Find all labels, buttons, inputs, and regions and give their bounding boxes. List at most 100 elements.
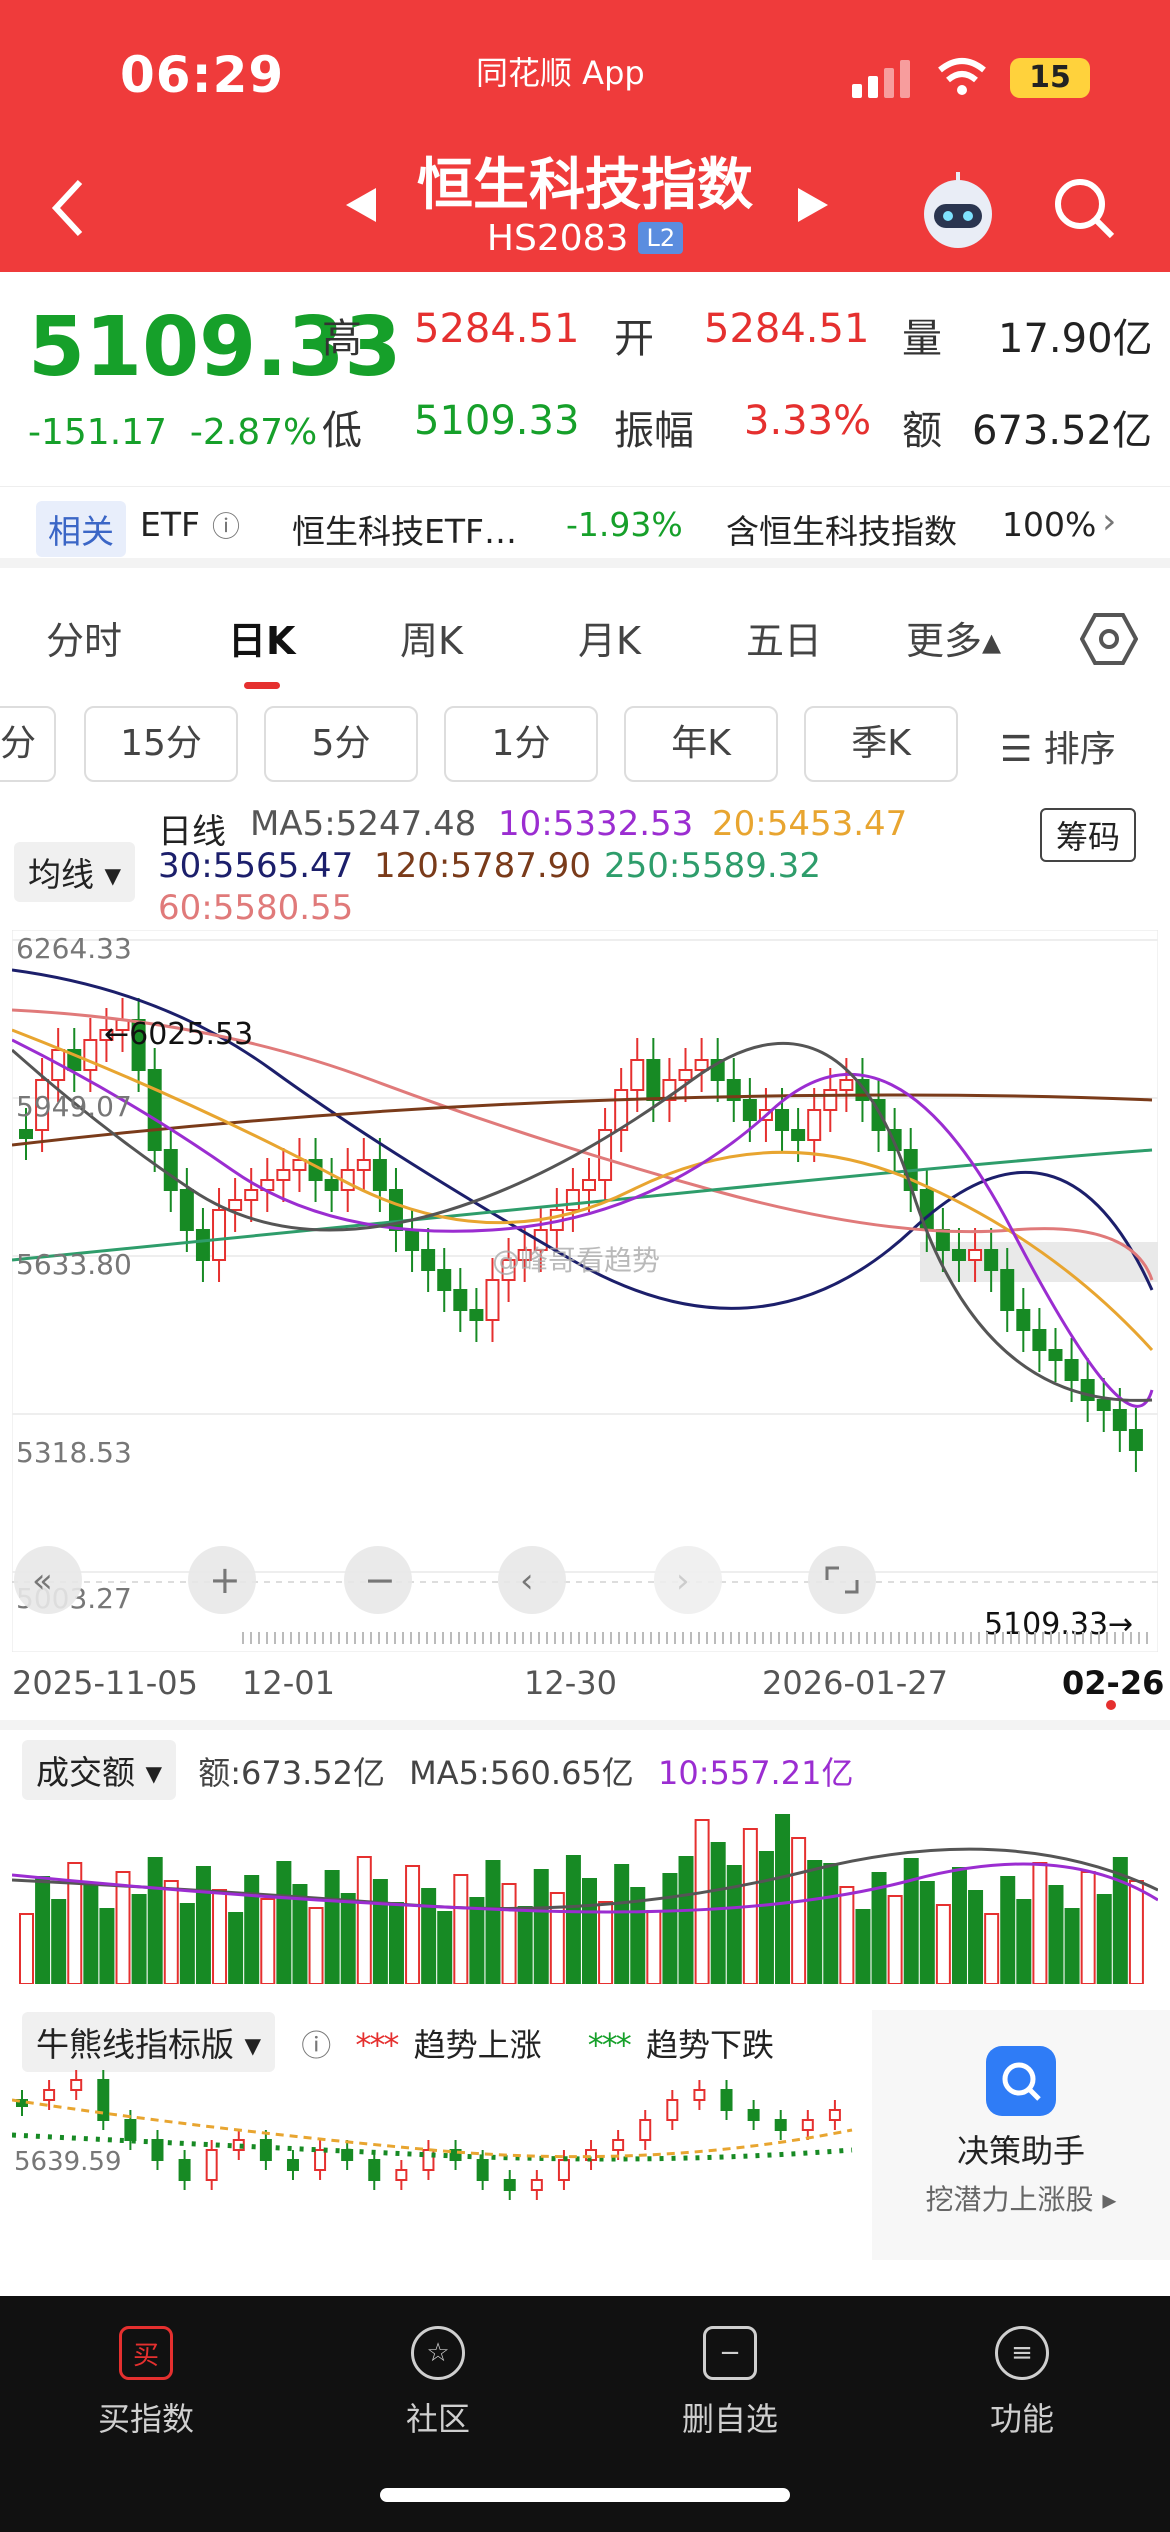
bull-bear-chart: 5639.59 <box>12 2070 853 2200</box>
volume-bar <box>260 1898 276 1984</box>
volume-bar <box>388 1902 404 1984</box>
etf-change: -1.93% <box>566 505 683 544</box>
candle-body <box>968 1249 983 1261</box>
related-tag: 相关 <box>36 501 126 557</box>
ma120-value: 120:5787.90 <box>374 846 591 886</box>
y-label-4: 5318.53 <box>16 1436 132 1469</box>
candle-body <box>807 1109 822 1141</box>
ma250-value: 250:5589.32 <box>604 846 821 886</box>
volume-bar <box>533 1869 549 1984</box>
candle-body <box>775 1109 790 1131</box>
volume-bar <box>195 1866 211 1984</box>
candle-body <box>485 1279 500 1321</box>
crosshair-band <box>920 1242 1158 1282</box>
volume-bar <box>179 1903 195 1984</box>
svg-text:‹: ‹ <box>520 1561 534 1601</box>
volume-bar <box>694 1819 710 1984</box>
trend-down-label: 趋势下跌 <box>645 2026 774 2064</box>
trend-up-label: 趋势上涨 <box>413 2026 542 2064</box>
contains-label: 含恒生科技指数 <box>726 512 957 551</box>
nav-remove-watch[interactable]: − 删自选 <box>630 2326 830 2440</box>
decision-assistant[interactable]: 决策助手 挖潜力上涨股 ▸ <box>872 2010 1170 2260</box>
bull-candle-body <box>314 2149 327 2171</box>
search-icon[interactable] <box>1052 176 1116 240</box>
related-etf-row[interactable]: 相关 ETF ⓘ 恒生科技ETF… -1.93% 含恒生科技指数 100% › <box>0 486 1170 568</box>
chip-button[interactable]: 筹码 <box>1040 808 1137 862</box>
ma20-value: 20:5453.47 <box>712 804 908 844</box>
volume-bar <box>308 1907 324 1984</box>
tab-monthly-k[interactable]: 月K <box>578 610 641 665</box>
volume-bar <box>1064 1908 1080 1984</box>
home-indicator <box>380 2488 790 2502</box>
bull-candle-body <box>774 2119 787 2131</box>
today-dot <box>1106 1700 1116 1710</box>
bull-candle-body <box>259 2139 272 2161</box>
etf-name[interactable]: 恒生科技ETF… <box>292 505 517 553</box>
volume-bar <box>83 1885 99 1984</box>
volume-bar <box>582 1878 597 1984</box>
ma-select[interactable]: 均线 ▾ <box>14 842 136 902</box>
ma5-value: MA5:5247.48 <box>250 804 477 844</box>
down-dots-icon: *** <box>587 2026 632 2064</box>
period-tabs: 分时 日K 周K 月K 五日 更多▴ <box>0 598 1170 689</box>
help-icon[interactable]: ⓘ <box>301 2029 331 2064</box>
volume-bar <box>356 1856 372 1984</box>
assistant-subtitle: 挖潜力上涨股 ▸ <box>925 2183 1117 2216</box>
volume-bar <box>212 1889 228 1984</box>
volume-bar <box>775 1814 791 1984</box>
fullscreen-icon[interactable] <box>808 1546 876 1614</box>
tab-five-day[interactable]: 五日 <box>746 610 822 665</box>
bull-candle-body <box>693 2089 706 2101</box>
volume-bar <box>437 1911 453 1984</box>
subtab-5min[interactable]: 5分 <box>264 706 418 782</box>
candle-body <box>195 1229 210 1261</box>
volume-value: 17.90亿 <box>998 316 1153 362</box>
tab-daily-k[interactable]: 日K <box>228 610 295 665</box>
amount-value: 673.52亿 <box>972 408 1152 454</box>
info-icon[interactable]: ⓘ <box>212 505 240 545</box>
app-header: 06:29 同花顺 App 15 恒生科技指数 HS2083 L2 <box>0 0 1170 272</box>
tab-more[interactable]: 更多▴ <box>906 610 1001 665</box>
robot-icon[interactable] <box>916 168 1000 252</box>
nav-buy-index[interactable]: 买 买指数 <box>46 2326 246 2440</box>
volume-bar <box>598 1901 614 1984</box>
nav-functions[interactable]: ≡ 功能 <box>922 2326 1122 2440</box>
subtab-15min[interactable]: 15分 <box>84 706 238 782</box>
volume-bar <box>276 1861 292 1984</box>
y-label-1: 6264.33 <box>16 932 132 965</box>
high-marker: ←6025.53 <box>104 1017 253 1052</box>
y-label-2: 5949.07 <box>16 1090 132 1123</box>
subtab-season-k[interactable]: 季K <box>804 706 958 782</box>
tab-intraday[interactable]: 分时 <box>46 610 122 665</box>
status-time: 06:29 <box>120 46 285 104</box>
candle-body <box>791 1129 806 1141</box>
volume-bar <box>1096 1894 1112 1984</box>
nav-community[interactable]: ☆ 社区 <box>338 2326 538 2440</box>
volume-bar <box>517 1906 533 1984</box>
up-dots-icon: *** <box>355 2026 399 2064</box>
candle-body <box>1048 1349 1063 1361</box>
svg-text:›: › <box>676 1561 690 1601</box>
volume-bar <box>147 1857 163 1984</box>
subtab-min[interactable]: 分 <box>0 706 56 782</box>
volume-bar <box>968 1890 984 1984</box>
functions-icon: ≡ <box>995 2326 1049 2380</box>
subtab-1min[interactable]: 1分 <box>444 706 598 782</box>
candle-body <box>324 1179 339 1191</box>
volume-bar <box>1000 1876 1016 1984</box>
candle-body <box>1064 1359 1079 1381</box>
bull-candle-body <box>70 2079 83 2091</box>
open-value: 5284.51 <box>704 306 870 352</box>
tab-weekly-k[interactable]: 周K <box>400 610 463 665</box>
active-tab-indicator <box>244 682 280 689</box>
sort-button[interactable]: ☰ 排序 <box>1000 720 1116 772</box>
subtab-year-k[interactable]: 年K <box>624 706 778 782</box>
settings-hex-icon[interactable] <box>1080 610 1138 668</box>
candlestick-chart[interactable]: 6264.33 5949.07 5633.80 5318.53 5003.27 … <box>12 930 1158 1652</box>
candle-body <box>453 1289 468 1311</box>
volume-bar <box>421 1888 437 1984</box>
nav-buy-label: 买指数 <box>97 2400 194 2438</box>
candle-body <box>582 1179 596 1191</box>
volume-bar <box>1048 1885 1064 1984</box>
buy-icon: 买 <box>119 2326 173 2380</box>
